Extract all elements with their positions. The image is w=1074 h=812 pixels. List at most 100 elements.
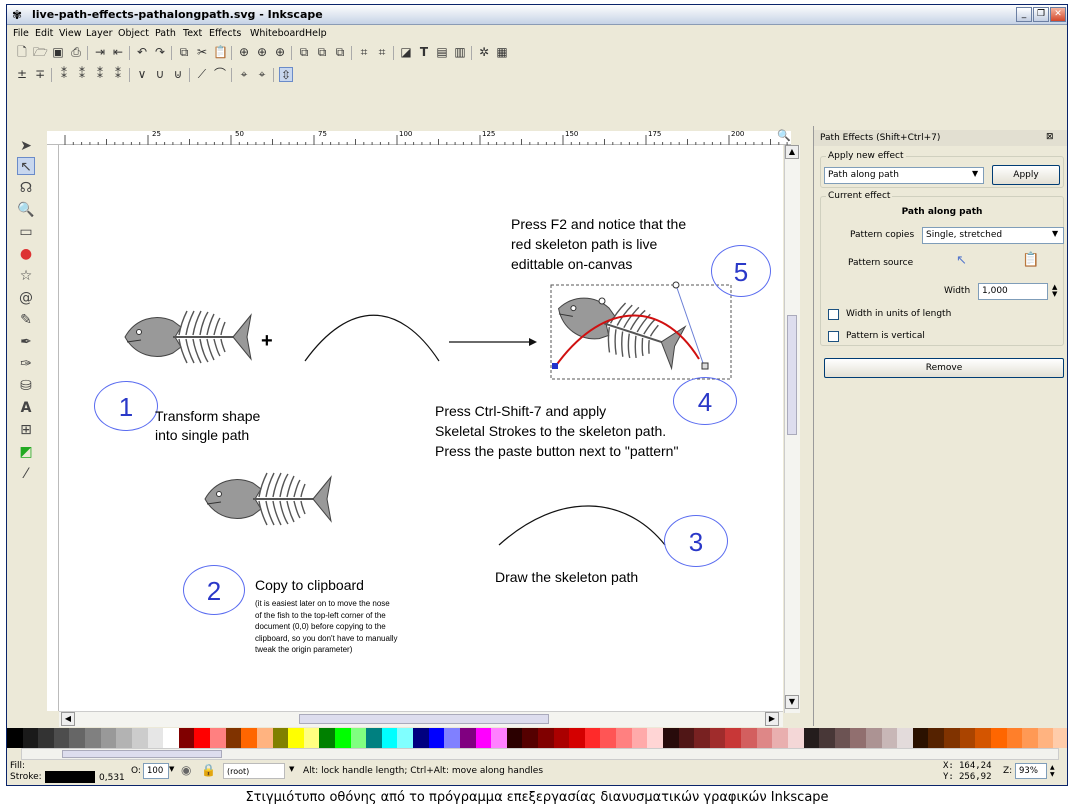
palette-swatch[interactable] (116, 728, 133, 748)
unlink-clone-icon[interactable]: ⧉ (333, 45, 347, 60)
palette-swatch[interactable] (678, 728, 695, 748)
palette-swatch[interactable] (1022, 728, 1039, 748)
new-document-icon[interactable]: 🗋 (15, 45, 29, 60)
spiral-tool-icon[interactable]: @ (17, 289, 35, 307)
palette-swatch[interactable] (100, 728, 117, 748)
effect-select[interactable]: Path along path (824, 167, 984, 184)
object-to-path-icon[interactable]: ⌖ (237, 67, 251, 82)
connector-tool-icon[interactable]: ⊞ (17, 421, 35, 439)
cusp-node-icon[interactable]: ∨ (135, 67, 149, 82)
chevron-down-icon[interactable]: ▼ (1052, 229, 1058, 238)
fish-on-path[interactable] (549, 282, 688, 374)
document-properties-icon[interactable]: ▦ (495, 45, 509, 60)
delete-node-icon[interactable]: ∓ (33, 67, 47, 82)
menu-object[interactable]: Object (118, 28, 149, 39)
scroll-left-icon[interactable]: ◀ (61, 712, 75, 726)
palette-swatch[interactable] (225, 728, 242, 748)
print-icon[interactable]: ⎙ (69, 45, 83, 60)
join-segment-icon[interactable]: ⁑ (93, 67, 107, 82)
palette-swatch[interactable] (147, 728, 164, 748)
palette-swatch[interactable] (319, 728, 336, 748)
copy-icon[interactable]: ⧉ (177, 45, 191, 60)
handle-knob[interactable] (598, 297, 606, 305)
palette-swatch[interactable] (69, 728, 86, 748)
handle-knob[interactable] (672, 281, 680, 289)
ellipse-tool-icon[interactable]: ● (17, 245, 35, 263)
menu-view[interactable]: View (59, 28, 82, 39)
palette-swatch[interactable] (256, 728, 273, 748)
close-button[interactable]: ✕ (1050, 7, 1066, 22)
palette-swatch[interactable] (709, 728, 726, 748)
menu-layer[interactable]: Layer (86, 28, 113, 39)
palette-swatch[interactable] (334, 728, 352, 748)
menu-text[interactable]: Text (183, 28, 202, 39)
pattern-vertical-checkbox[interactable] (828, 331, 839, 342)
palette-swatch[interactable] (381, 728, 398, 748)
zoom-corner-icon[interactable]: 🔍 (777, 129, 791, 142)
edit-on-canvas-icon[interactable]: ↖ (956, 253, 967, 268)
paint-bucket-tool-icon[interactable]: ⛁ (17, 377, 35, 395)
apply-button[interactable]: Apply (992, 165, 1060, 185)
layer-select[interactable]: (root) (223, 763, 285, 779)
palette-swatch[interactable] (1053, 728, 1067, 748)
make-line-icon[interactable]: ⟋ (195, 67, 209, 82)
redo-icon[interactable]: ↷ (153, 45, 167, 60)
vertical-scrollbar[interactable]: ▲ ▼ (784, 145, 800, 713)
palette-swatch[interactable] (631, 728, 648, 748)
clone-icon[interactable]: ⧉ (315, 45, 329, 60)
join-nodes-icon[interactable]: ⁑ (57, 67, 71, 82)
node-handle[interactable] (701, 362, 709, 370)
palette-swatch[interactable] (912, 728, 929, 748)
palette-swatch[interactable] (288, 728, 305, 748)
palette-swatch[interactable] (819, 728, 836, 748)
palette-swatch[interactable] (303, 728, 320, 748)
menu-path[interactable]: Path (155, 28, 176, 39)
insert-node-icon[interactable]: ± (15, 67, 29, 82)
width-input[interactable]: 1,000 (978, 283, 1048, 300)
make-curve-icon[interactable]: ⌒ (213, 67, 227, 82)
opacity-input[interactable]: 100 (143, 763, 169, 779)
cut-icon[interactable]: ✂ (195, 45, 209, 60)
pen-tool-icon[interactable]: ✒ (17, 333, 35, 351)
palette-swatch[interactable] (7, 728, 24, 748)
palette-swatch[interactable] (803, 728, 820, 748)
calligraphy-tool-icon[interactable]: ✑ (17, 355, 35, 373)
palette-swatch[interactable] (616, 728, 633, 748)
palette-swatch[interactable] (990, 728, 1008, 748)
export-icon[interactable]: ⇤ (111, 45, 125, 60)
scroll-up-icon[interactable]: ▲ (785, 145, 799, 159)
spinner-icon[interactable]: ▲ ▼ (1050, 764, 1055, 778)
palette-scrollbar[interactable] (21, 748, 1059, 760)
zoom-page-icon[interactable]: ⊕ (273, 45, 287, 60)
align-icon[interactable]: ▥ (453, 45, 467, 60)
pattern-copies-select[interactable]: Single, stretched (922, 227, 1064, 244)
group-icon[interactable]: ⌗ (357, 45, 371, 60)
chevron-down-icon[interactable]: ▼ (289, 765, 294, 773)
zoom-selection-icon[interactable]: ⊕ (237, 45, 251, 60)
color-palette[interactable] (7, 728, 1067, 748)
fish-shape-1[interactable] (124, 310, 252, 364)
menu-edit[interactable]: Edit (35, 28, 53, 39)
stroke-to-path-icon[interactable]: ⌖ (255, 67, 269, 82)
menu-whiteboard[interactable]: Whiteboard (250, 28, 305, 39)
palette-swatch[interactable] (131, 728, 149, 748)
palette-swatch[interactable] (428, 728, 445, 748)
palette-swatch[interactable] (38, 728, 55, 748)
palette-swatch[interactable] (725, 728, 742, 748)
rectangle-tool-icon[interactable]: ▭ (17, 223, 35, 241)
palette-swatch[interactable] (834, 728, 851, 748)
palette-swatch[interactable] (366, 728, 383, 748)
palette-swatch[interactable] (662, 728, 680, 748)
ungroup-icon[interactable]: ⌗ (375, 45, 389, 60)
palette-swatch[interactable] (522, 728, 539, 748)
palette-swatch[interactable] (491, 728, 508, 748)
palette-swatch[interactable] (241, 728, 258, 748)
palette-swatch[interactable] (647, 728, 664, 748)
import-icon[interactable]: ⇥ (93, 45, 107, 60)
palette-swatch[interactable] (975, 728, 992, 748)
paste-icon[interactable]: 📋 (213, 45, 228, 60)
menu-help[interactable]: Help (305, 28, 327, 39)
zoom-drawing-icon[interactable]: ⊕ (255, 45, 269, 60)
break-path-icon[interactable]: ⁑ (75, 67, 89, 82)
palette-swatch[interactable] (850, 728, 867, 748)
